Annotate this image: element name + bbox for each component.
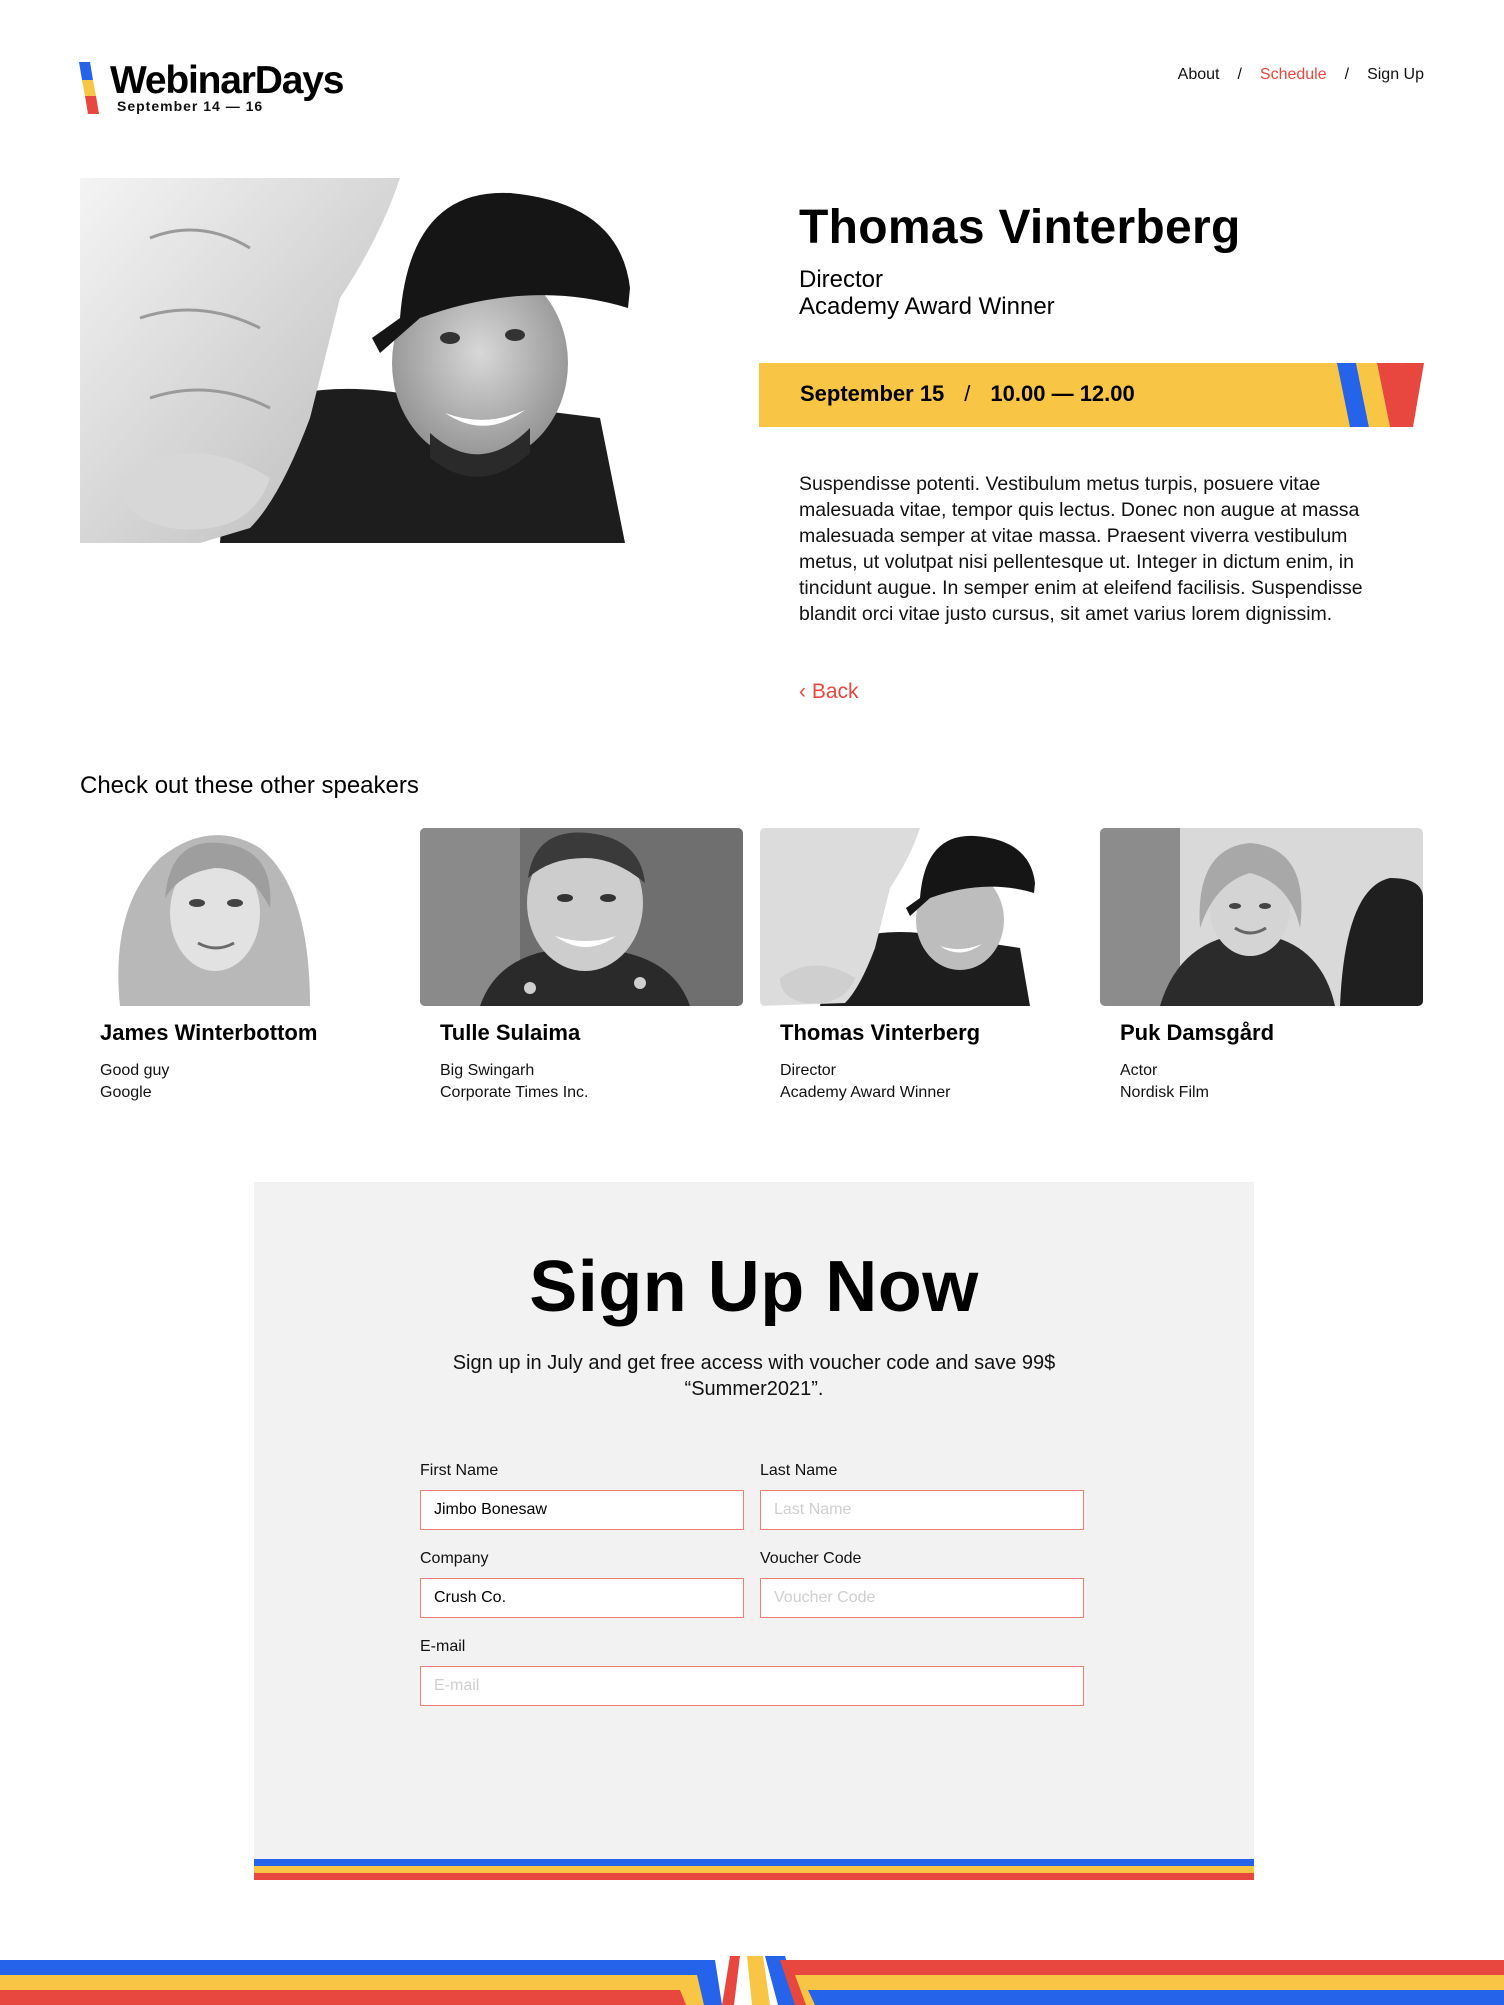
first-name-field: First Name: [420, 1462, 744, 1530]
speaker-card-photo: [760, 828, 1083, 1006]
speaker-card-role: Actor: [1120, 1062, 1158, 1079]
speaker-bio: Suspendisse potenti. Vestibulum metus tu…: [799, 473, 1363, 625]
logo-mark-icon: [79, 62, 99, 114]
signup-title: Sign Up Now: [529, 1247, 979, 1327]
speaker-card[interactable]: Puk Damsgård Actor Nordisk Film: [1100, 828, 1423, 1104]
footer-stripes-decoration: [0, 1956, 1504, 2005]
speaker-card-photo: [420, 828, 743, 1006]
first-name-input[interactable]: [420, 1490, 744, 1530]
company-label: Company: [420, 1550, 489, 1567]
speaker-card-company: Google: [100, 1084, 152, 1101]
signup-stripes-decoration: [254, 1859, 1254, 1880]
schedule-text: September 15 / 10.00 — 12.00: [800, 381, 1135, 407]
speaker-card-company: Nordisk Film: [1120, 1084, 1209, 1101]
email-field: E-mail: [420, 1638, 1084, 1706]
last-name-label: Last Name: [760, 1462, 838, 1479]
speaker-role: Director Academy Award Winner: [799, 266, 1055, 320]
speaker-card-role: Big Swingarh: [440, 1062, 535, 1079]
speaker-card-role: Director: [780, 1062, 837, 1079]
speaker-role-line: Academy Award Winner: [799, 293, 1055, 320]
first-name-label: First Name: [420, 1462, 499, 1479]
speaker-photo: [80, 178, 645, 543]
signup-description: Sign up in July and get free access with…: [452, 1352, 1056, 1400]
email-label: E-mail: [420, 1638, 466, 1655]
nav-separator: /: [1344, 66, 1350, 83]
schedule-date: September 15: [800, 381, 945, 406]
speaker-card[interactable]: Tulle Sulaima Big Swingarh Corporate Tim…: [420, 828, 743, 1104]
speaker-card-name: Puk Damsgård: [1120, 1020, 1275, 1045]
speaker-card-company: Corporate Times Inc.: [440, 1084, 589, 1101]
logo-dates: September 14 — 16: [117, 98, 264, 114]
nav-sign-up[interactable]: Sign Up: [1367, 66, 1424, 84]
speaker-role-line: Director: [799, 266, 884, 293]
company-field: Company: [420, 1550, 744, 1618]
last-name-field: Last Name: [760, 1462, 1084, 1530]
speaker-card-role: Good guy: [100, 1062, 170, 1079]
nav-separator: /: [1237, 66, 1242, 83]
email-input[interactable]: [420, 1666, 1084, 1706]
schedule-separator: /: [964, 381, 971, 406]
main-nav: About / Schedule / Sign Up: [1178, 66, 1424, 84]
last-name-input[interactable]: [760, 1490, 1084, 1530]
back-link[interactable]: ‹ Back: [799, 680, 859, 704]
speaker-card[interactable]: James Winterbottom Good guy Google: [80, 828, 403, 1104]
nav-schedule[interactable]: Schedule: [1260, 66, 1327, 84]
other-speakers-title: Check out these other speakers: [80, 772, 419, 799]
voucher-code-field: Voucher Code: [760, 1550, 1084, 1618]
speaker-card-name: Thomas Vinterberg: [780, 1020, 981, 1045]
company-input[interactable]: [420, 1578, 744, 1618]
speaker-card-name: James Winterbottom: [100, 1020, 318, 1045]
nav-about[interactable]: About: [1178, 66, 1220, 84]
logo[interactable]: WebinarDays September 14 — 16: [79, 60, 379, 120]
schedule-time: 10.00 — 12.00: [990, 381, 1135, 406]
speaker-card-photo: [80, 828, 403, 1006]
speaker-name: Thomas Vinterberg: [799, 201, 1241, 254]
speaker-card[interactable]: Thomas Vinterberg Director Academy Award…: [760, 828, 1083, 1104]
speaker-card-photo: [1100, 828, 1423, 1006]
signup-section: Sign Up Now Sign up in July and get free…: [254, 1182, 1254, 1880]
voucher-code-label: Voucher Code: [760, 1550, 862, 1567]
schedule-bar: September 15 / 10.00 — 12.00: [759, 363, 1424, 427]
speaker-card-company: Academy Award Winner: [780, 1084, 951, 1101]
voucher-code-input[interactable]: [760, 1578, 1084, 1618]
speaker-card-name: Tulle Sulaima: [440, 1020, 581, 1045]
logo-title: WebinarDays: [110, 59, 344, 102]
